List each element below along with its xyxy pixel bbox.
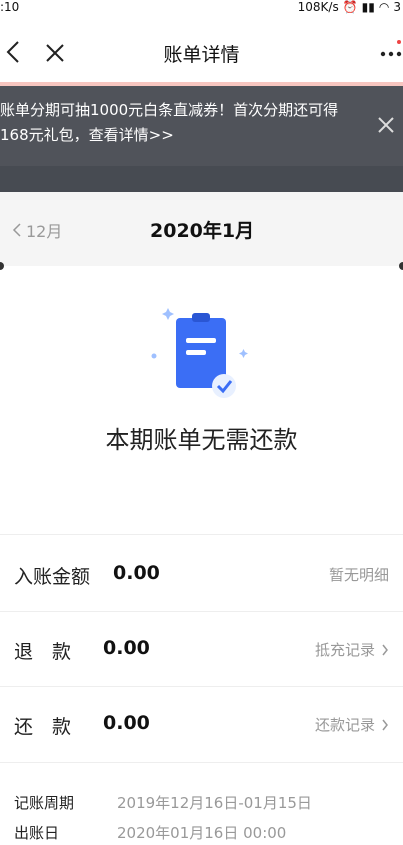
clipboard-check-icon — [151, 308, 248, 398]
prev-month-button[interactable]: 12月 — [12, 218, 62, 242]
empty-state-text: 本期账单无需还款 — [105, 426, 298, 454]
status-icons: 108K/s ⏰ ▮▮ ◠ 3 — [298, 0, 401, 14]
signal-icon: ▮▮ — [361, 0, 375, 14]
banner-close-icon[interactable] — [375, 114, 397, 136]
alarm-icon: ⏰ — [342, 0, 358, 14]
row-label: 退 款 — [14, 641, 72, 663]
statement-date: 出账日 2020年01月16日 00:00 — [14, 824, 287, 842]
status-time: :10 — [0, 0, 20, 14]
month-selector: 12月 2020年1月 — [0, 192, 403, 266]
row-label: 入账金额 — [14, 566, 91, 588]
divider — [0, 762, 403, 763]
chevron-right-icon — [382, 719, 388, 730]
card-notch-left — [0, 262, 4, 270]
row-amount: 0.00 — [103, 637, 150, 659]
row-label: 还 款 — [14, 716, 72, 738]
prev-month-label: 12月 — [26, 222, 63, 241]
row-amount: 0.00 — [113, 562, 160, 584]
divider — [0, 534, 403, 535]
page-title: 账单详情 — [163, 44, 240, 66]
no-details-text: 暂无明细 — [328, 566, 389, 584]
billing-period: 记账周期 2019年12月16日-01月15日 — [14, 794, 312, 812]
chevron-left-icon — [12, 223, 21, 237]
card-notch-right — [399, 262, 403, 270]
offset-records-link[interactable]: 抵充记录 — [315, 639, 389, 660]
current-month: 2020年1月 — [150, 220, 255, 242]
nav-bar: 账单详情 — [0, 20, 403, 82]
status-bar: :10 108K/s ⏰ ▮▮ ◠ 3 — [0, 0, 403, 20]
row-refund[interactable]: 退 款 0.00 抵充记录 — [0, 611, 403, 687]
battery-icon: 3 — [393, 0, 401, 14]
chevron-right-icon — [382, 644, 388, 655]
bill-card: 本期账单无需还款 入账金额 0.00 暂无明细 退 款 0.00 抵充记录 还 … — [0, 262, 403, 845]
header-strip — [0, 166, 403, 192]
promo-banner[interactable]: 账单分期可抽1000元白条直减券！首次分期还可得 168元礼包，查看详情>> — [0, 86, 403, 166]
row-amount: 0.00 — [103, 712, 150, 734]
banner-text-line1: 账单分期可抽1000元白条直减券！首次分期还可得 — [0, 101, 339, 119]
row-incoming-amount: 入账金额 0.00 暂无明细 — [0, 536, 403, 612]
repayment-records-link[interactable]: 还款记录 — [315, 714, 389, 735]
banner-text-line2[interactable]: 168元礼包，查看详情>> — [0, 123, 363, 148]
notification-dot — [397, 40, 401, 44]
network-speed: 108K/s — [297, 0, 339, 14]
row-repayment[interactable]: 还 款 0.00 还款记录 — [0, 686, 403, 762]
more-icon[interactable] — [379, 42, 403, 62]
wifi-icon: ◠ — [378, 0, 390, 14]
